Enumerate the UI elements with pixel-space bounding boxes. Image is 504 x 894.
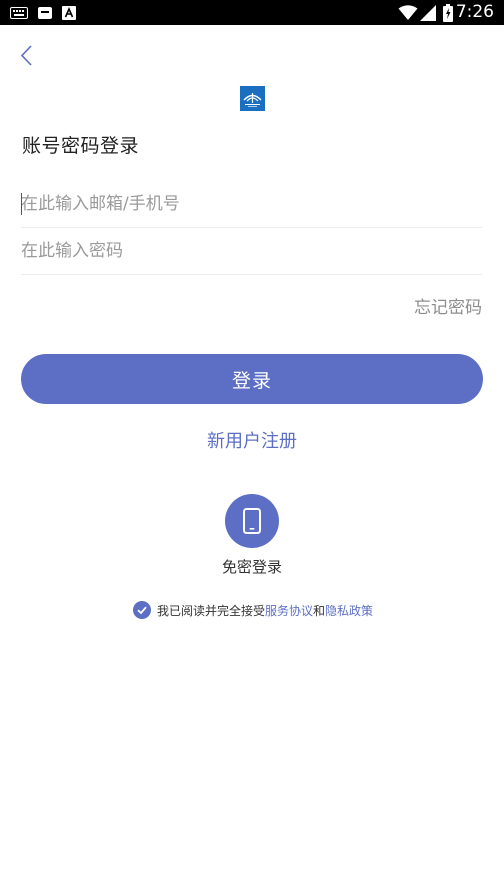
text-cursor [21, 193, 22, 215]
passwordless-login-label: 免密登录 [221, 558, 282, 576]
agreement-checkbox[interactable] [133, 601, 151, 619]
password-input[interactable] [21, 227, 482, 274]
status-bar: 7:26 [0, 0, 504, 25]
check-circle-icon [137, 606, 147, 615]
login-button[interactable]: 登录 [21, 354, 483, 404]
agreement-conjunction: 和 [313, 603, 326, 618]
agreement-row: 我已阅读并完全接受 服务协议 和 隐私政策 [133, 600, 373, 620]
page-title: 账号密码登录 [22, 135, 140, 157]
forgot-password-link[interactable]: 忘记密码 [414, 293, 482, 318]
status-time: 7:26 [455, 2, 494, 22]
register-link[interactable]: 新用户注册 [0, 427, 504, 453]
passwordless-login-button[interactable] [225, 494, 279, 548]
chevron-left-icon [20, 45, 32, 66]
back-button[interactable] [14, 42, 42, 70]
smartphone-icon [243, 508, 261, 534]
wifi-icon [398, 0, 418, 25]
password-field[interactable] [21, 227, 482, 275]
agreement-text: 我已阅读并完全接受 [157, 603, 266, 618]
email-field[interactable] [21, 180, 482, 228]
email-input[interactable] [21, 180, 482, 227]
service-terms-link[interactable]: 服务协议 [265, 602, 313, 619]
login-screen: 7:26 账号密码登录 忘记密码 登录 新用户注册 [0, 0, 504, 894]
keyboard-icon [10, 0, 28, 25]
app-logo [240, 86, 265, 111]
privacy-policy-link[interactable]: 隐私政策 [325, 602, 373, 619]
battery-icon [443, 0, 453, 25]
font-notification-icon [62, 0, 76, 25]
signal-icon [420, 0, 436, 25]
app-notification-icon [38, 0, 52, 25]
